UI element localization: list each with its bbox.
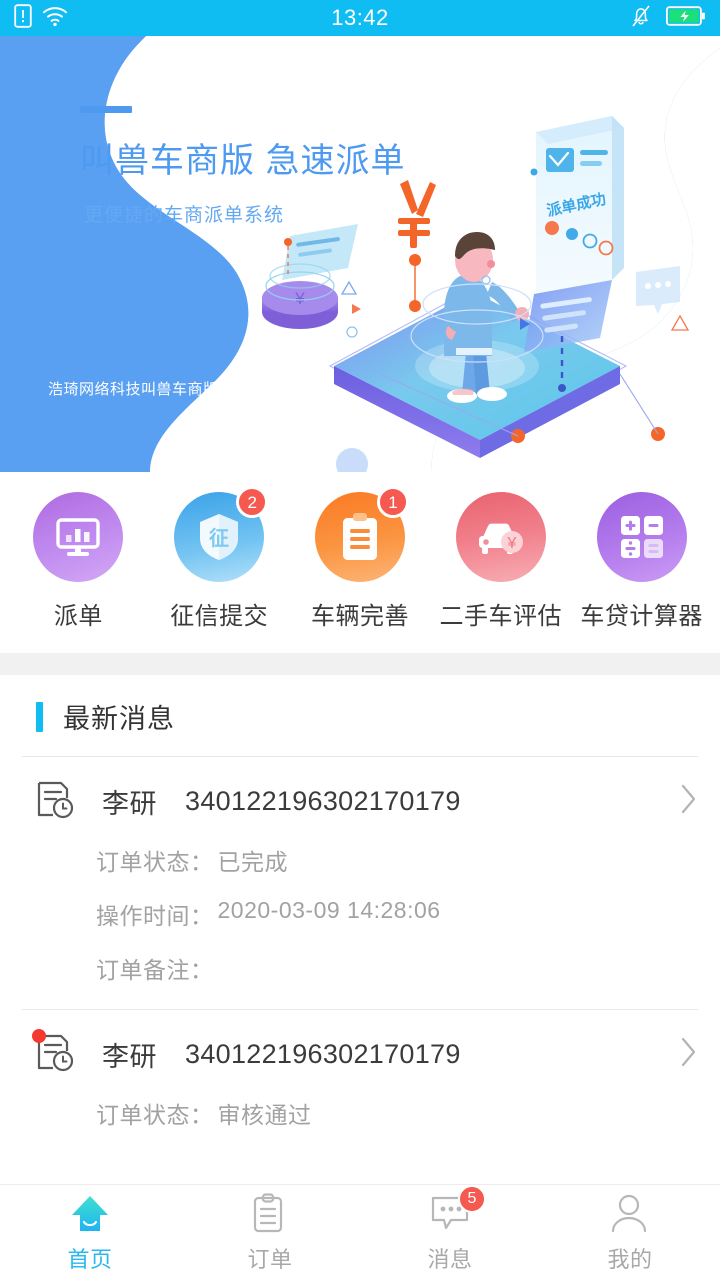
tab-icon-wrap: 5 [428,1184,486,1236]
message-id-number: 340122196302170179 [185,785,461,816]
svg-text:¥: ¥ [506,535,516,552]
menu-label: 二手车评估 [439,603,563,630]
menu-badge: 2 [236,486,269,518]
tab-icon-wrap [248,1192,292,1236]
section-header: 最新消息 [0,675,720,756]
tab-icon-wrap [68,1192,112,1236]
sim-card-icon [14,3,32,33]
order-document-clock-icon [37,781,74,819]
status-bar-clock: 13:42 [331,5,389,30]
message-header: 李研 340122196302170179 [32,1029,698,1076]
menu-icon-wrap: 征 2 [174,486,269,582]
banner-text-block: 叫兽车商版 急速派单 更便捷的车商派单系统 [80,106,405,227]
clipboard-icon [253,1192,283,1232]
monitor-chart-icon [33,492,124,582]
chevron-right-icon[interactable] [678,1035,698,1074]
banner-illustration: 派单成功 ¥ [0,36,720,472]
quick-menu-grid: 派单 征 2 征信提交 1 车辆完善 ¥ 二手车评估 车贷计算器 [0,472,720,653]
menu-label: 征信提交 [170,603,269,630]
banner-accent-dash [80,106,132,113]
person-icon [611,1194,647,1232]
message-list-item[interactable]: 李研 340122196302170179 订单状态： 已完成 操作时间： 20… [0,757,720,1009]
tab-home[interactable]: 首页 [0,1185,180,1280]
unread-dot-indicator [32,1029,46,1043]
status-value: 审核通过 [217,1102,312,1128]
tab-label: 首页 [67,1246,113,1272]
status-value: 已完成 [217,849,288,875]
tab-icon-wrap [608,1192,652,1236]
bottom-tab-bar: 首页 订单 5 消息 我的 [0,1184,720,1280]
message-details: 订单状态： 审核通过 [34,1076,698,1130]
calculator-icon [596,492,687,582]
svg-text:征: 征 [209,526,229,550]
status-bar-left-icons [14,3,68,33]
tab-label: 订单 [247,1246,293,1272]
status-label: 订单状态： [96,849,214,875]
tab-label: 我的 [607,1246,653,1272]
message-details: 订单状态： 已完成 操作时间： 2020-03-09 14:28:06 订单备注… [34,823,698,985]
menu-icon-wrap: ¥ [455,492,546,582]
menu-icon-wrap [33,492,124,582]
message-icon-wrap [32,1029,78,1076]
message-status-row: 订单状态： 已完成 [96,843,698,877]
svg-text:¥: ¥ [294,289,305,308]
tab-profile[interactable]: 我的 [540,1185,720,1280]
remark-label: 订单备注： [96,957,214,983]
menu-badge: 1 [376,486,409,518]
message-id-number: 340122196302170179 [185,1038,461,1069]
home-icon [72,1195,108,1231]
message-list-item[interactable]: 李研 340122196302170179 订单状态： 审核通过 [0,1010,720,1154]
message-customer-name: 李研 [102,1041,157,1072]
tab-badge: 5 [458,1184,486,1213]
chevron-right-icon[interactable] [678,782,698,821]
menu-item-dispatch[interactable]: 派单 [9,492,147,631]
message-header: 李研 340122196302170179 [34,779,698,823]
menu-item-credit-submit[interactable]: 征 2 征信提交 [150,486,288,631]
message-icon-wrap [34,779,78,823]
hero-banner[interactable]: 派单成功 ¥ 叫兽车商版 急速派单 更便捷的车商派单系统 浩琦网络科技叫兽车商版 [0,36,720,472]
app-root: 13:42 派单成功 ¥ 叫兽车商版 急速派单 更便捷的车商派单系统 浩琦网络科… [0,0,720,1280]
message-customer-name: 李研 [102,788,157,819]
message-status-row: 订单状态： 审核通过 [96,1096,698,1130]
menu-item-vehicle-complete[interactable]: 1 车辆完善 [291,486,429,631]
message-remark-row: 订单备注： [96,951,698,985]
status-bar-right-icons [630,4,706,33]
menu-icon-wrap: 1 [314,486,409,582]
bell-muted-icon [630,4,652,33]
latest-messages-section: 最新消息 李研 340122196302170179 订单状态： 已完成 操作时… [0,675,720,1184]
menu-label: 车贷计算器 [580,603,703,630]
battery-charging-icon [665,5,706,32]
wifi-icon [42,5,68,32]
status-label: 订单状态： [96,1102,214,1128]
section-divider [0,653,720,675]
menu-item-used-car-eval[interactable]: ¥ 二手车评估 [432,492,570,631]
menu-label: 车辆完善 [310,603,409,630]
time-value: 2020-03-09 14:28:06 [217,897,441,923]
car-yuan-icon: ¥ [455,492,546,582]
tab-orders[interactable]: 订单 [180,1185,360,1280]
tab-messages[interactable]: 5 消息 [360,1184,540,1280]
menu-label: 派单 [53,603,103,630]
banner-title: 叫兽车商版 急速派单 [80,142,406,180]
menu-item-loan-calculator[interactable]: 车贷计算器 [573,492,711,631]
banner-subtitle: 更便捷的车商派单系统 [84,205,285,226]
status-bar: 13:42 [0,0,720,36]
tab-label: 消息 [427,1246,473,1272]
section-title: 最新消息 [63,704,175,734]
banner-footer-text: 浩琦网络科技叫兽车商版 [48,381,219,398]
time-label: 操作时间： [96,903,214,929]
menu-icon-wrap [596,492,687,582]
section-accent-bar [36,701,43,732]
message-time-row: 操作时间： 2020-03-09 14:28:06 [96,897,698,931]
